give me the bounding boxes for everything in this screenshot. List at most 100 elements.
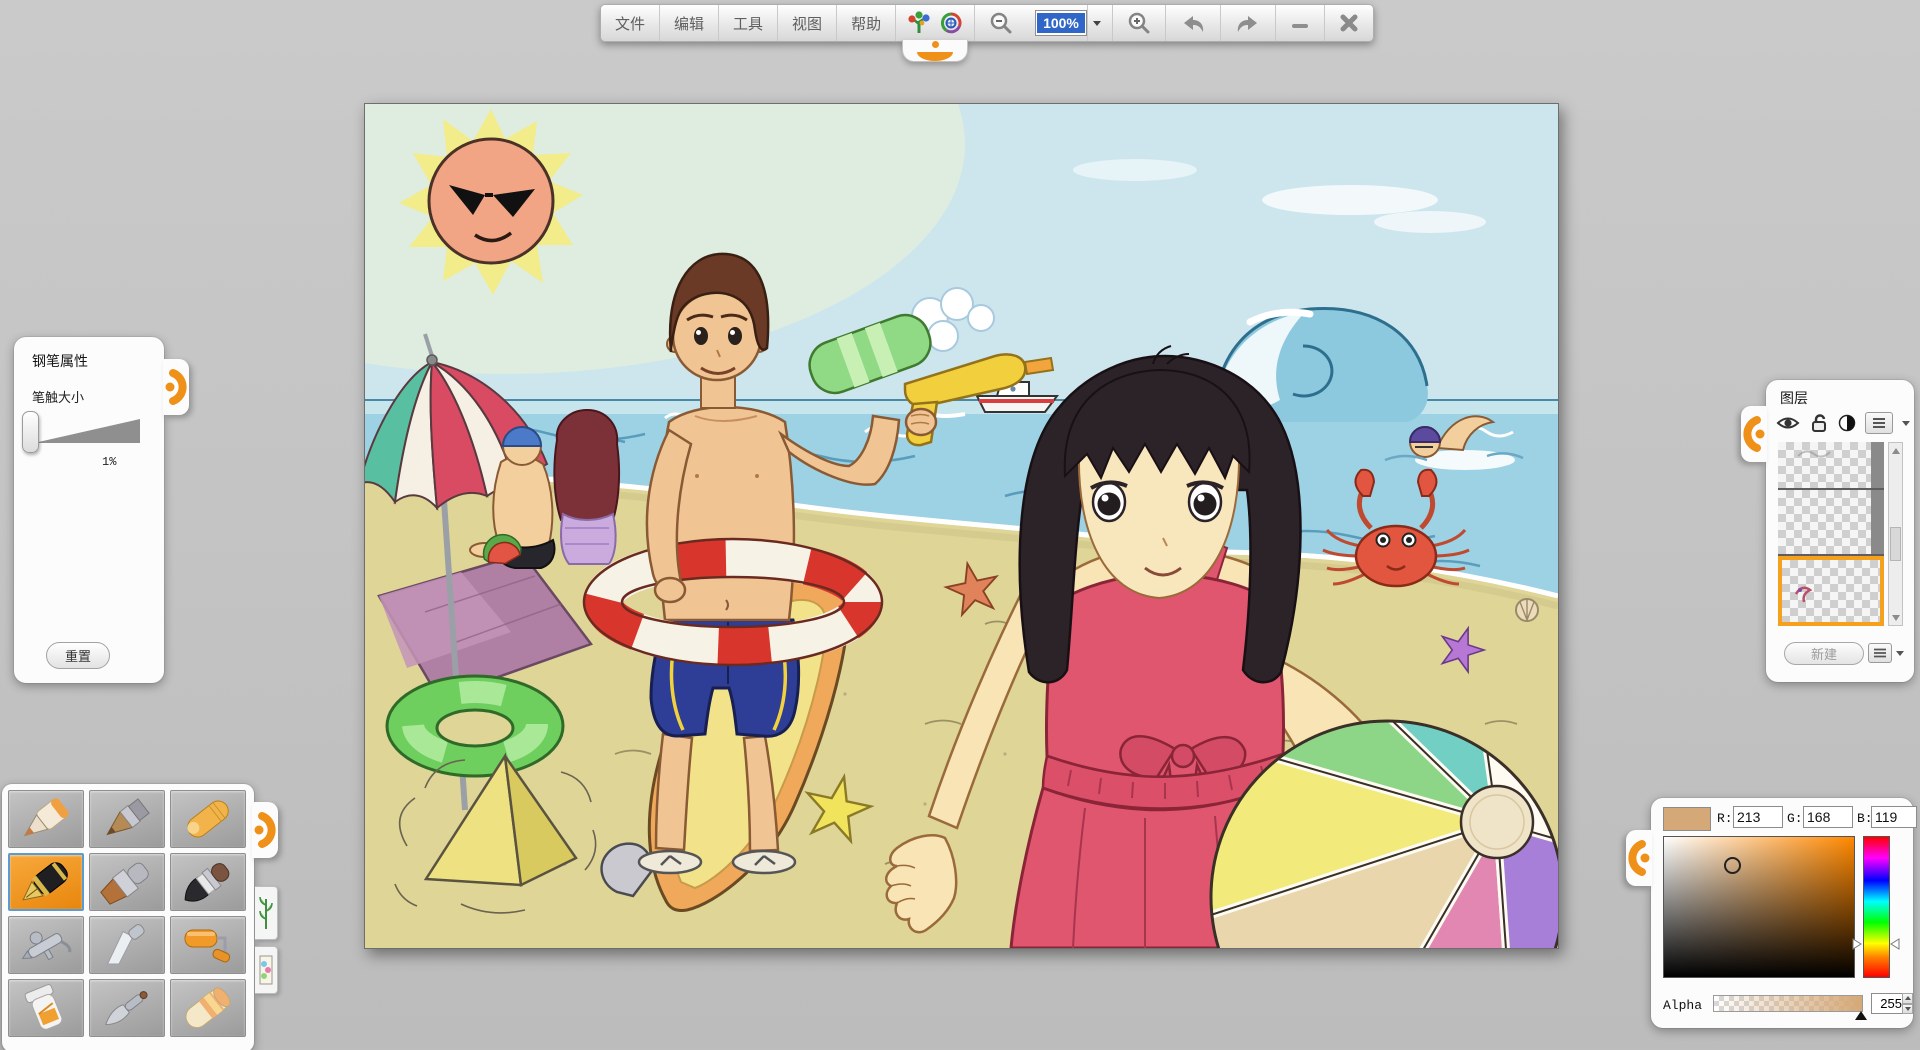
- brush-tool-crayon[interactable]: [170, 790, 246, 848]
- blue-value-input[interactable]: [1871, 806, 1917, 828]
- redo-icon: [1235, 11, 1261, 35]
- scroll-up-button[interactable]: [1889, 443, 1902, 458]
- rainbow-swirl-icon[interactable]: [938, 10, 964, 36]
- menu-view[interactable]: 视图: [777, 5, 836, 41]
- layer-blend-icon[interactable]: [1838, 414, 1856, 432]
- green-label: G:: [1787, 811, 1803, 826]
- layers-panel: 图层: [1766, 380, 1914, 682]
- alpha-decrement-button[interactable]: [1902, 1004, 1913, 1015]
- texture-stamp-tab[interactable]: [255, 946, 278, 994]
- brush-tool-flat-brush[interactable]: [89, 853, 165, 911]
- main-toolbar: 文件 编辑 工具 视图 帮助 100%: [600, 4, 1374, 42]
- green-swim-ring: [387, 676, 563, 776]
- orange-crescent-icon: [165, 365, 187, 409]
- chevron-down-icon[interactable]: [1896, 651, 1904, 656]
- foliage-brush-tab[interactable]: [255, 886, 278, 940]
- orange-crescent-icon: [254, 808, 276, 852]
- red-value-input[interactable]: [1733, 806, 1783, 828]
- hamburger-menu-icon: [1871, 417, 1887, 429]
- pen-properties-panel: 钢笔属性 笔触大小 1% 重置: [14, 337, 164, 683]
- plant-sprig-icon: [259, 893, 273, 933]
- brush-tool-paint-roller[interactable]: [170, 916, 246, 974]
- triangle-down-icon: [1905, 1007, 1911, 1011]
- zoom-level-value[interactable]: 100%: [1037, 13, 1085, 33]
- pen-panel-handle[interactable]: [163, 359, 189, 415]
- close-button[interactable]: [1324, 5, 1373, 41]
- brush-tool-pencil[interactable]: [8, 790, 84, 848]
- chevron-down-icon[interactable]: [1902, 421, 1910, 426]
- undo-icon: [1180, 11, 1206, 35]
- brush-palette-handle[interactable]: [252, 802, 278, 858]
- layer-thumbnail-1[interactable]: [1778, 442, 1884, 490]
- pen-panel-title: 钢笔属性: [32, 351, 88, 371]
- menu-file[interactable]: 文件: [601, 5, 659, 41]
- hue-slider[interactable]: [1863, 836, 1890, 978]
- hue-marker-left-icon[interactable]: [1852, 938, 1862, 950]
- alpha-value-input[interactable]: [1871, 993, 1905, 1014]
- layers-panel-handle[interactable]: [1741, 406, 1767, 462]
- red-label: R:: [1717, 811, 1733, 826]
- reset-button[interactable]: 重置: [46, 642, 110, 669]
- brush-tool-mapping-pen[interactable]: [89, 979, 165, 1037]
- new-layer-button[interactable]: 新建: [1784, 642, 1864, 665]
- layers-menu-button[interactable]: [1865, 412, 1893, 434]
- alpha-label: Alpha: [1663, 998, 1702, 1013]
- triangle-up-icon: [1905, 996, 1911, 1000]
- zoom-out-icon: [989, 11, 1013, 35]
- color-panel-handle[interactable]: [1626, 830, 1652, 886]
- minimize-button[interactable]: [1275, 5, 1324, 41]
- menu-tools[interactable]: 工具: [718, 5, 777, 41]
- color-picker-marker[interactable]: [1724, 857, 1741, 874]
- saturation-value-field[interactable]: [1663, 836, 1855, 978]
- layers-panel-title: 图层: [1780, 388, 1808, 408]
- menu-edit[interactable]: 编辑: [659, 5, 718, 41]
- layer-thumbnail-2[interactable]: [1778, 490, 1884, 556]
- close-icon: [1339, 13, 1359, 33]
- brush-tool-ink-brush[interactable]: [170, 853, 246, 911]
- hamburger-menu-icon: [1873, 648, 1887, 658]
- alpha-slider[interactable]: [1713, 995, 1863, 1012]
- hue-marker-right-icon[interactable]: [1890, 938, 1900, 950]
- brush-tool-wood-pencil[interactable]: [89, 790, 165, 848]
- layer-list-scrollbar[interactable]: [1888, 442, 1903, 626]
- orange-crescent-icon: [1743, 412, 1765, 456]
- brush-size-value: 1%: [102, 455, 116, 469]
- beach-scene-illustration: [365, 104, 1558, 948]
- zoom-in-icon: [1127, 11, 1151, 35]
- layer-visibility-icon[interactable]: [1776, 414, 1800, 432]
- menu-help[interactable]: 帮助: [836, 5, 895, 41]
- layer-thumbnail-3-selected[interactable]: [1778, 556, 1884, 626]
- seashell: [1516, 599, 1538, 621]
- brush-tool-palette-knife[interactable]: [89, 916, 165, 974]
- zoom-in-button[interactable]: [1112, 5, 1165, 41]
- redo-button[interactable]: [1220, 5, 1275, 41]
- brush-tool-airbrush[interactable]: [8, 916, 84, 974]
- current-color-swatch: [1663, 807, 1711, 831]
- toolbar-mascot-tab[interactable]: [902, 40, 968, 62]
- scrollbar-thumb[interactable]: [1890, 527, 1901, 561]
- rainbow-tree-icon[interactable]: [906, 10, 932, 36]
- layer-list: [1778, 442, 1884, 626]
- orange-crescent-icon: [1628, 836, 1650, 880]
- layers-options-button[interactable]: [1868, 643, 1892, 663]
- zoom-out-button[interactable]: [974, 5, 1027, 41]
- green-value-input[interactable]: [1803, 806, 1853, 828]
- chevron-down-icon: [1093, 21, 1101, 26]
- brush-size-slider-handle[interactable]: [22, 411, 39, 453]
- brush-tool-eraser[interactable]: [170, 979, 246, 1037]
- alpha-slider-marker[interactable]: [1855, 1011, 1867, 1020]
- layer-lock-icon[interactable]: [1809, 413, 1829, 433]
- minimize-icon: [1290, 13, 1310, 33]
- brush-tool-grid: [2, 784, 254, 1043]
- drawing-canvas[interactable]: [364, 103, 1559, 949]
- scroll-down-button[interactable]: [1889, 610, 1902, 625]
- undo-button[interactable]: [1165, 5, 1220, 41]
- brush-tool-fountain-pen[interactable]: [8, 853, 84, 911]
- mascot-smile-icon: [917, 43, 953, 61]
- color-picker-panel: R: G: B: Alpha: [1651, 798, 1913, 1028]
- brush-tool-paint-jar[interactable]: [8, 979, 84, 1037]
- alpha-increment-button[interactable]: [1902, 993, 1913, 1004]
- zoom-level-combobox[interactable]: 100%: [1035, 10, 1087, 36]
- zoom-dropdown-button[interactable]: [1087, 5, 1106, 41]
- brush-size-slider-track[interactable]: [34, 419, 140, 443]
